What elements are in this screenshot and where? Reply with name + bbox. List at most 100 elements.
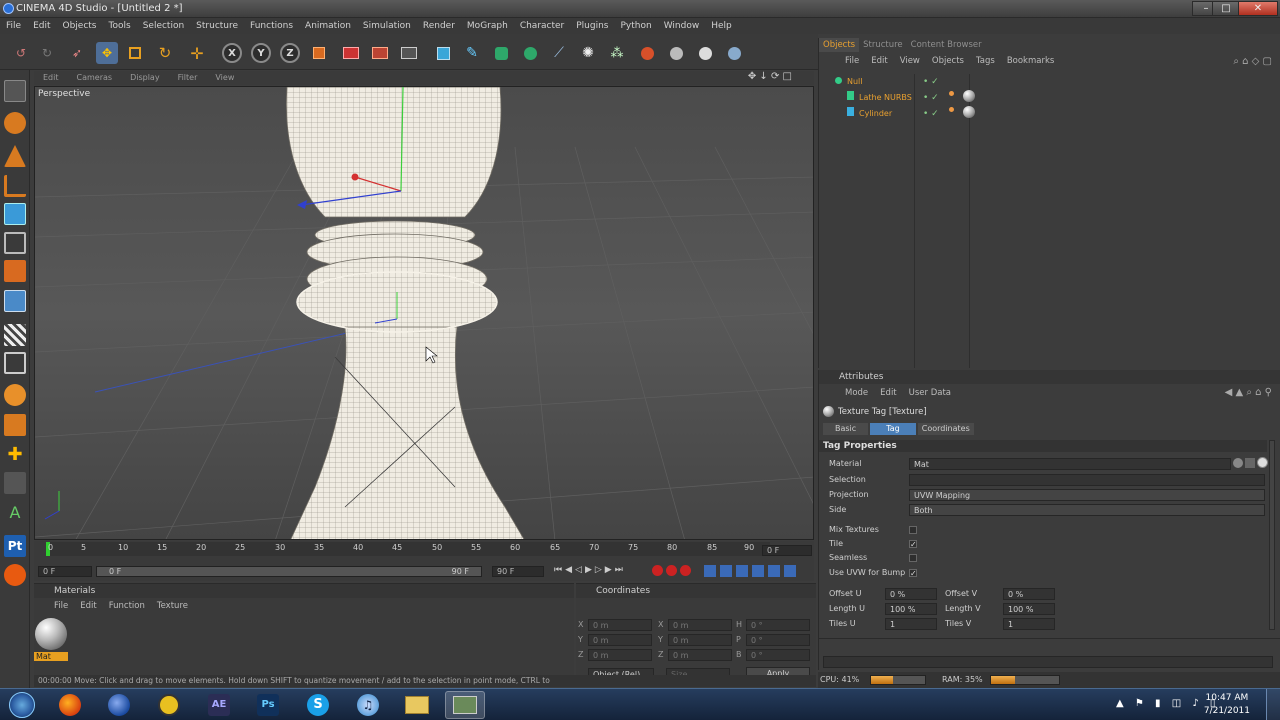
scale-tool-icon[interactable] [124, 42, 146, 64]
text-tool-icon[interactable]: A [4, 502, 26, 524]
rotate-tool-icon[interactable]: ↻ [154, 42, 176, 64]
timeline[interactable]: 0 5 10 15 20 25 30 35 40 45 50 55 60 65 … [34, 541, 814, 581]
rotation-p-field[interactable]: 0 ° [746, 634, 810, 646]
menu-render[interactable]: Render [417, 18, 461, 34]
menu-animation[interactable]: Animation [299, 18, 357, 34]
size-z-field[interactable]: 0 m [668, 649, 732, 661]
taskbar-after-effects[interactable]: AE [199, 691, 239, 719]
phong-tag-icon[interactable] [949, 107, 954, 112]
material-link-field[interactable]: Mat [909, 458, 1231, 470]
materials-menu-function[interactable]: Function [103, 599, 151, 613]
command-line-field[interactable] [823, 656, 1273, 668]
rotation-b-field[interactable]: 0 ° [746, 649, 810, 661]
y-axis-lock-button[interactable]: Y [251, 43, 271, 63]
keyframe-selection-icon[interactable] [680, 565, 691, 576]
menu-window[interactable]: Window [658, 18, 706, 34]
object-mode-icon[interactable] [4, 145, 26, 167]
attr-scrollbar[interactable] [1269, 440, 1275, 630]
texture-tag-icon[interactable] [963, 90, 975, 102]
tab-tag[interactable]: Tag [870, 423, 916, 435]
close-button[interactable]: ✕ [1238, 1, 1278, 16]
redo-icon[interactable]: ↻ [36, 42, 58, 64]
menu-python[interactable]: Python [615, 18, 658, 34]
offset-v-field[interactable]: 0 % [1003, 588, 1055, 600]
viewport-menu-view[interactable]: View [206, 71, 243, 85]
undo-icon[interactable]: ↺ [10, 42, 32, 64]
workplane-icon[interactable] [4, 203, 26, 225]
selection-field[interactable] [909, 474, 1265, 486]
model-mode-icon[interactable] [4, 112, 26, 134]
move-tool-icon[interactable]: ✥ [96, 42, 118, 64]
live-selection-icon[interactable]: ➶ [66, 42, 88, 64]
timeline-ruler[interactable] [46, 542, 770, 556]
obj-menu-view[interactable]: View [894, 54, 926, 68]
taskbar-explorer[interactable] [397, 691, 437, 719]
visibility-check-icon[interactable]: • ✓ [923, 93, 939, 103]
position-key-icon[interactable] [704, 565, 716, 577]
attr-menu-edit[interactable]: Edit [874, 386, 902, 400]
snap-icon[interactable] [4, 384, 26, 406]
environment-icon[interactable]: ⁂ [606, 42, 628, 64]
attr-nav-icons[interactable]: ◀ ▲ ⌕ ⌂ ⚲ [1225, 387, 1272, 398]
parameter-key-icon[interactable] [752, 565, 764, 577]
taskbar-photoshop[interactable]: Ps [248, 691, 288, 719]
projection-select[interactable]: UVW Mapping [909, 489, 1265, 501]
tab-content-browser[interactable]: Content Browser [907, 38, 986, 52]
obj-menu-objects[interactable]: Objects [926, 54, 970, 68]
coordinate-system-icon[interactable] [308, 42, 330, 64]
tiles-u-field[interactable]: 1 [885, 618, 937, 630]
taskbar-itunes[interactable]: ♫ [348, 691, 388, 719]
tab-objects[interactable]: Objects [819, 38, 860, 52]
menu-plugins[interactable]: Plugins [570, 18, 614, 34]
position-z-field[interactable]: 0 m [588, 649, 652, 661]
axis-mode-icon[interactable] [4, 324, 26, 346]
menu-file[interactable]: File [0, 18, 27, 34]
scene-icon[interactable]: ✺ [577, 42, 599, 64]
rotation-key-icon[interactable] [736, 565, 748, 577]
size-y-field[interactable]: 0 m [668, 634, 732, 646]
texture-tag-icon[interactable] [963, 106, 975, 118]
seamless-checkbox[interactable] [909, 554, 917, 562]
search-icon[interactable]: ⌕ ⌂ ◇ ▢ [1233, 56, 1272, 67]
nurbs-icon[interactable] [490, 42, 512, 64]
record-icon[interactable] [652, 565, 663, 576]
object-row-lathe-nurbs[interactable]: Lathe NURBS [847, 91, 912, 105]
phong-tag-icon[interactable] [949, 91, 954, 96]
uvw-bump-checkbox[interactable]: ✓ [909, 569, 917, 578]
scale-key-icon[interactable] [720, 565, 732, 577]
render-settings-icon[interactable] [398, 42, 420, 64]
menu-structure[interactable]: Structure [190, 18, 244, 34]
menu-edit[interactable]: Edit [27, 18, 56, 34]
light-icon[interactable] [665, 42, 687, 64]
pla-key-icon[interactable] [768, 565, 780, 577]
attr-menu-user-data[interactable]: User Data [903, 386, 957, 400]
camera-icon[interactable] [636, 42, 658, 64]
length-v-field[interactable]: 100 % [1003, 603, 1055, 615]
taskbar-cinema4d-active[interactable] [445, 691, 485, 719]
offset-u-field[interactable]: 0 % [885, 588, 937, 600]
length-u-field[interactable]: 100 % [885, 603, 937, 615]
viewport-nav-icon[interactable]: ✥ ↓ ⟳ □ [748, 71, 792, 82]
light-spot-icon[interactable] [694, 42, 716, 64]
side-select[interactable]: Both [909, 504, 1265, 516]
maximize-button[interactable]: □ [1212, 1, 1240, 16]
animation-mode-icon[interactable] [4, 414, 26, 436]
start-frame-field[interactable]: 0 F [38, 566, 92, 577]
viewport-menu-cameras[interactable]: Cameras [68, 71, 122, 85]
visibility-check-icon[interactable]: • ✓ [923, 109, 939, 119]
playback-controls[interactable]: ⏮◀◁▶▷▶⏭ [554, 565, 626, 575]
menu-objects[interactable]: Objects [57, 18, 103, 34]
material-preview-icon[interactable] [1233, 458, 1243, 468]
menu-help[interactable]: Help [705, 18, 738, 34]
scheme-key-icon[interactable] [784, 565, 796, 577]
viewport-menu-edit[interactable]: Edit [34, 71, 68, 85]
materials-menu-texture[interactable]: Texture [151, 599, 194, 613]
tab-coordinates[interactable]: Coordinates [917, 423, 974, 435]
deformer-icon[interactable]: ⟋ [548, 42, 570, 64]
range-slider[interactable]: 0 F 90 F [96, 566, 482, 577]
render-picture-viewer-icon[interactable] [369, 42, 391, 64]
object-row-null[interactable]: Null [835, 75, 863, 89]
viewport-menu-filter[interactable]: Filter [169, 71, 207, 85]
taskbar-firefox[interactable] [50, 691, 90, 719]
recent-tool-icon[interactable]: ✛ [186, 42, 208, 64]
